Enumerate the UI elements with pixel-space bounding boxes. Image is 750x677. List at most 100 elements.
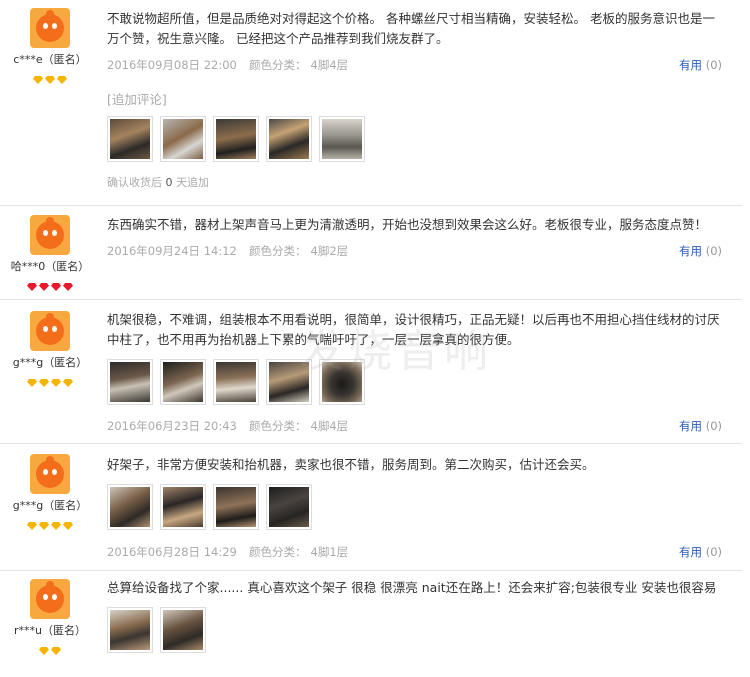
gold-diamond-icon — [45, 76, 55, 84]
confirm-days: 0 — [165, 176, 173, 189]
reviewer-name: g***g（匿名） — [12, 356, 88, 369]
useful-count: (0) — [705, 545, 722, 559]
spec-label: 颜色分类： — [249, 545, 307, 559]
review-photo-thumb[interactable] — [107, 484, 153, 530]
gold-diamond-icon — [51, 647, 61, 655]
red-heart-icon — [27, 283, 37, 291]
useful-count: (0) — [705, 419, 722, 433]
gold-diamond-icon — [27, 379, 37, 387]
photo-rack-5 — [322, 119, 362, 159]
review-photo-thumb[interactable] — [213, 484, 259, 530]
buyer-level-badges — [0, 515, 100, 530]
review-photo-thumb[interactable] — [319, 359, 365, 405]
review-item: r***u（匿名） 总算给设备找了个家...... 真心喜欢这个架子 很稳 很漂… — [0, 571, 742, 677]
review-photo-thumb[interactable] — [160, 359, 206, 405]
review-photo-thumb[interactable] — [213, 359, 259, 405]
reviewer-info: g***g（匿名） — [0, 311, 100, 387]
gold-diamond-icon — [33, 76, 43, 84]
review-photos — [107, 484, 722, 530]
spec-value: 4脚1层 — [310, 545, 349, 559]
photo-rack-2 — [163, 119, 203, 159]
reviewer-name: 哈***0（匿名） — [10, 260, 90, 273]
useful-label[interactable]: 有用 — [679, 545, 702, 559]
buyer-level-badges — [0, 69, 100, 84]
spec-value: 4脚4层 — [310, 58, 349, 72]
photo-rack-8 — [216, 362, 256, 402]
useful-button[interactable]: 有用 (0) — [679, 416, 722, 436]
red-heart-icon — [39, 283, 49, 291]
review-text: 东西确实不错，器材上架声音马上更为清澈透明，开始也没想到效果会这么好。老板很专业… — [107, 217, 708, 232]
reviewer-name: r***u（匿名） — [14, 624, 86, 637]
gold-diamond-icon — [63, 379, 73, 387]
spec-label: 颜色分类： — [249, 419, 307, 433]
review-meta: 2016年06月28日 14:29 颜色分类： 4脚1层 有用 (0) — [107, 542, 722, 562]
review-photo-thumb[interactable] — [213, 116, 259, 162]
buyer-level-badges — [0, 640, 100, 655]
review-content: 东西确实不错，器材上架声音马上更为清澈透明，开始也没想到效果会这么好。老板很专业… — [107, 215, 722, 261]
gold-diamond-icon — [57, 76, 67, 84]
useful-button[interactable]: 有用 (0) — [679, 55, 722, 75]
review-photo-thumb[interactable] — [107, 359, 153, 405]
review-content: 不敢说物超所值，但是品质绝对对得起这个价格。 各种螺丝尺寸相当精确，安装轻松。 … — [107, 9, 722, 190]
useful-button[interactable]: 有用 (0) — [679, 241, 722, 261]
red-heart-icon — [51, 283, 61, 291]
reviewer-name: g***g（匿名） — [12, 499, 88, 512]
photo-rack-15 — [110, 610, 150, 650]
avatar[interactable] — [30, 579, 70, 619]
review-meta: 2016年09月24日 14:12 颜色分类： 4脚2层 有用 (0) — [107, 241, 722, 261]
useful-button[interactable]: 有用 (0) — [679, 542, 722, 562]
useful-count: (0) — [705, 244, 722, 258]
photo-rack-6 — [110, 362, 150, 402]
review-photo-thumb[interactable] — [107, 607, 153, 653]
review-photos — [107, 359, 722, 405]
photo-rack-10 — [322, 362, 362, 402]
review-photos — [107, 607, 722, 653]
gold-diamond-icon — [27, 522, 37, 530]
review-meta: 2016年06月23日 20:43 颜色分类： 4脚4层 有用 (0) — [107, 416, 722, 436]
review-photo-thumb[interactable] — [160, 607, 206, 653]
append-review-label: [追加评论] — [107, 92, 167, 107]
avatar[interactable] — [30, 311, 70, 351]
review-item: c***e（匿名） 不敢说物超所值，但是品质绝对对得起这个价格。 各种螺丝尺寸相… — [0, 0, 742, 206]
reviewer-info: 哈***0（匿名） — [0, 215, 100, 291]
buyer-level-badges — [0, 276, 100, 291]
review-date: 2016年06月23日 20:43 — [107, 419, 237, 433]
review-photo-thumb[interactable] — [266, 359, 312, 405]
avatar[interactable] — [30, 215, 70, 255]
review-photo-thumb[interactable] — [160, 116, 206, 162]
review-item: g***g（匿名） 好架子，非常方便安装和抬机器，卖家也很不错，服务周到。第二次… — [0, 444, 742, 571]
review-date: 2016年06月28日 14:29 — [107, 545, 237, 559]
avatar[interactable] — [30, 454, 70, 494]
review-photo-thumb[interactable] — [266, 484, 312, 530]
spec-value: 4脚4层 — [310, 419, 349, 433]
reviewer-info: g***g（匿名） — [0, 454, 100, 530]
review-date: 2016年09月24日 14:12 — [107, 244, 237, 258]
review-content: 机架很稳，不难调，组装根本不用看说明，很简单，设计很精巧，正品无疑！以后再也不用… — [107, 310, 722, 436]
reviewer-name: c***e（匿名） — [13, 53, 87, 66]
useful-label[interactable]: 有用 — [679, 244, 702, 258]
photo-rack-11 — [110, 487, 150, 527]
gold-diamond-icon — [51, 379, 61, 387]
review-text: 不敢说物超所值，但是品质绝对对得起这个价格。 各种螺丝尺寸相当精确，安装轻松。 … — [107, 11, 715, 46]
useful-label[interactable]: 有用 — [679, 419, 702, 433]
photo-rack-14 — [269, 487, 309, 527]
photo-rack-7 — [163, 362, 203, 402]
photo-rack-3 — [216, 119, 256, 159]
photo-rack-9 — [269, 362, 309, 402]
reviewer-info: r***u（匿名） — [0, 579, 100, 655]
review-photo-thumb[interactable] — [160, 484, 206, 530]
review-photo-thumb[interactable] — [107, 116, 153, 162]
review-photo-thumb[interactable] — [319, 116, 365, 162]
avatar[interactable] — [30, 8, 70, 48]
review-text: 总算给设备找了个家...... 真心喜欢这个架子 很稳 很漂亮 nait还在路上… — [107, 580, 717, 595]
useful-label[interactable]: 有用 — [679, 58, 702, 72]
review-content: 总算给设备找了个家...... 真心喜欢这个架子 很稳 很漂亮 nait还在路上… — [107, 578, 722, 653]
review-date: 2016年09月08日 22:00 — [107, 58, 237, 72]
photo-rack-4 — [269, 119, 309, 159]
review-photos — [107, 116, 722, 162]
review-photo-thumb[interactable] — [266, 116, 312, 162]
photo-rack-13 — [216, 487, 256, 527]
review-meta: 2016年09月08日 22:00 颜色分类： 4脚4层 有用 (0) — [107, 55, 722, 75]
gold-diamond-icon — [39, 522, 49, 530]
spec-label: 颜色分类： — [249, 58, 307, 72]
